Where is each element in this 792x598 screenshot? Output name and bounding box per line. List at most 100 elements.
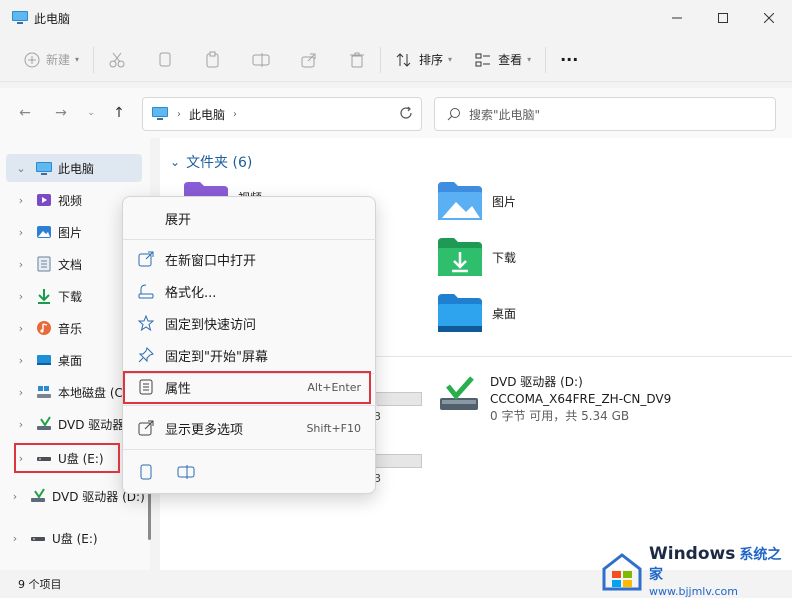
view-icon [475,53,491,66]
address-row: ← → ⌄ ↑ › 此电脑 › 搜索"此电脑" [0,88,792,138]
chevron-down-icon[interactable]: ⌄ [14,162,28,175]
folders-section-header[interactable]: ⌄ 文件夹 (6) [170,152,252,172]
chevron-right-icon[interactable]: › [14,386,28,399]
download-icon [438,238,482,276]
chevron-down-icon: ▾ [448,55,453,64]
forward-button[interactable]: → [50,102,72,124]
nav-item-this-pc[interactable]: ⌄ 此电脑 [6,154,142,182]
up-button[interactable]: ↑ [108,102,130,124]
minimize-button[interactable] [654,0,700,36]
sort-label: 排序 [419,53,444,67]
chevron-right-icon[interactable]: › [14,194,28,207]
star-icon [137,314,155,332]
menu-item-pin-quick-access[interactable]: 固定到快速访问 [127,308,373,338]
format-drive-icon [137,282,155,300]
more-icon: ··· [560,50,579,69]
menu-item-shortcut: Shift+F10 [306,421,361,435]
drive-dvd-d[interactable]: DVD 驱动器 (D:) CCCOMA_X64FRE_ZH-CN_DV9 0 字… [438,374,671,425]
menu-item-show-more-options[interactable]: 显示更多选项 Shift+F10 [127,413,373,443]
share-button[interactable] [292,44,326,76]
nav-item-label: 此电脑 [58,161,95,176]
rename-button[interactable] [173,459,199,485]
search-box[interactable]: 搜索"此电脑" [434,97,776,131]
nav-item-label: 音乐 [58,321,83,336]
new-label: 新建 [46,53,71,67]
folder-desktop[interactable]: 桌面 [438,294,516,332]
search-placeholder: 搜索"此电脑" [469,107,541,122]
chevron-right-icon[interactable]: › [8,532,22,545]
drive-free-space: 0 字节 可用，共 5.34 GB [490,409,630,423]
close-icon [764,13,774,23]
window-controls [654,0,792,36]
pictures-folder-icon [37,226,51,238]
sort-button[interactable]: 排序 ▾ [387,44,460,76]
maximize-button[interactable] [700,0,746,36]
download-icon [38,289,50,304]
chevron-right-icon[interactable]: › [14,258,28,271]
close-button[interactable] [746,0,792,36]
usb-drive-icon [31,537,45,541]
windows-logo-icon [602,553,642,591]
pictures-folder-icon [438,182,482,220]
menu-item-format[interactable]: 格式化... [127,276,373,306]
recent-locations-button[interactable]: ⌄ [80,102,102,124]
folder-pictures[interactable]: 图片 [438,182,516,220]
chevron-right-icon: › [177,108,181,120]
chevron-right-icon[interactable]: › [233,109,237,120]
nav-item-label: 文档 [58,257,83,272]
chevron-right-icon[interactable]: › [14,418,28,431]
menu-item-label: 固定到"开始"屏幕 [165,349,268,365]
breadcrumb-this-pc[interactable]: 此电脑 [189,106,225,123]
menu-item-label: 显示更多选项 [165,422,244,438]
chevron-right-icon[interactable]: › [14,226,28,239]
paste-button[interactable] [196,44,230,76]
menu-item-expand[interactable]: 展开 [127,203,373,233]
highlight-box-properties [123,371,371,404]
view-label: 查看 [498,53,523,67]
more-options-button[interactable]: ··· [552,44,586,76]
menu-item-open-new-window[interactable]: 在新窗口中打开 [127,244,373,274]
new-button[interactable]: 新建 ▾ [16,44,87,76]
folder-label: 下载 [492,250,517,265]
copy-button[interactable] [133,459,159,485]
rename-icon [177,465,195,479]
folder-label: 桌面 [492,306,517,321]
cut-icon [109,52,125,67]
nav-scrollbar[interactable] [148,490,151,540]
refresh-button[interactable] [399,106,413,123]
chevron-down-icon: ▾ [75,55,80,64]
nav-item-label: U盘 (E:) [52,531,98,546]
chevron-right-icon[interactable]: › [14,290,28,303]
rename-button[interactable] [244,44,278,76]
highlight-box-usb-drive [14,443,120,473]
window-title: 此电脑 [34,11,71,26]
delete-button[interactable] [340,44,374,76]
documents-folder-icon [37,256,51,272]
menu-divider [123,405,377,406]
desktop-icon [438,294,482,332]
folder-downloads[interactable]: 下载 [438,238,516,276]
cut-button[interactable] [100,44,134,76]
copy-icon [140,464,152,480]
nav-item-label: 本地磁盘 (C:) [58,385,132,400]
more-options-icon [137,419,155,437]
folder-label: 图片 [492,194,517,209]
back-button[interactable]: ← [14,102,36,124]
arrow-up-icon: ↑ [113,105,125,121]
chevron-right-icon[interactable]: › [14,354,28,367]
nav-item-usb-drive-e[interactable]: › U盘 (E:) [0,524,136,552]
menu-item-pin-start[interactable]: 固定到"开始"屏幕 [127,340,373,370]
chevron-down-icon: ⌄ [170,155,181,169]
chevron-right-icon[interactable]: › [8,490,22,503]
music-icon [37,321,51,335]
menu-item-label: 展开 [165,212,192,228]
menu-item-label: 固定到快速访问 [165,317,257,333]
address-bar[interactable]: › 此电脑 › [142,97,422,131]
view-button[interactable]: 查看 ▾ [466,44,539,76]
watermark-text: Windows 系统之家 www.bjjmlv.com [649,544,792,598]
chevron-right-icon[interactable]: › [14,322,28,335]
copy-button[interactable] [148,44,182,76]
local-disk-icon [37,386,51,398]
menu-divider [123,239,377,240]
menu-item-label: 格式化... [165,285,217,301]
